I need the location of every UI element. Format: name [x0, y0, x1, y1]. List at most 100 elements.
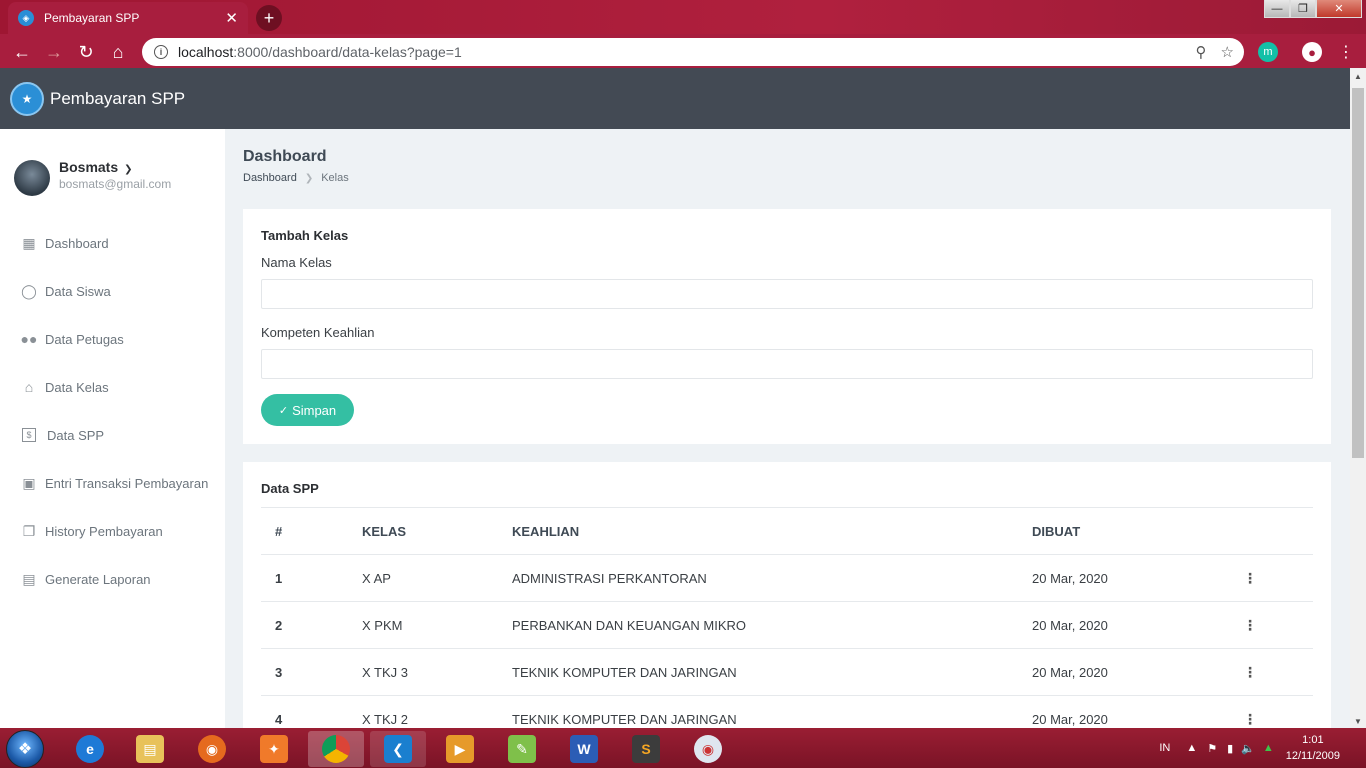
taskbar-chrome-icon[interactable] — [308, 731, 364, 767]
close-tab-icon[interactable]: ✕ — [225, 9, 238, 27]
user-profile[interactable]: Bosmats ❯ bosmats@gmail.com — [14, 159, 171, 196]
taskbar-sublime-icon[interactable]: S — [618, 731, 674, 767]
row-number: 2 — [261, 601, 348, 649]
app: ★ Pembayaran SPP Bosmats ❯ bosmats@gmail.… — [0, 68, 1350, 728]
browser-chrome: ◈ Pembayaran SPP ✕ + — ❐ ✕ ← → ↻ ⌂ i loc… — [0, 0, 1366, 68]
sidebar-item-data-petugas[interactable]: ●● Data Petugas — [0, 315, 225, 363]
row-kelas: X TKJ 3 — [348, 648, 498, 696]
person-icon: ◯ — [21, 282, 37, 299]
window-close-button[interactable]: ✕ — [1316, 0, 1362, 18]
zoom-icon[interactable]: ⚲ — [1196, 43, 1207, 61]
extension-icon[interactable]: m — [1258, 42, 1278, 62]
user-email: bosmats@gmail.com — [59, 177, 172, 191]
column-header-number: # — [261, 507, 348, 555]
clock[interactable]: 1:01 12/11/2009 — [1286, 732, 1340, 764]
row-keahlian: PERBANKAN DAN KEUANGAN MIKRO — [498, 601, 1018, 649]
breadcrumb-dashboard[interactable]: Dashboard — [243, 172, 297, 184]
taskbar-explorer-icon[interactable]: ▤ — [122, 731, 178, 767]
taskbar-notepad-icon[interactable]: ✎ — [494, 731, 550, 767]
sidebar-item-label: Data SPP — [47, 427, 105, 443]
taskbar-ie-icon[interactable]: e — [62, 731, 118, 767]
home-icon: ⌂ — [24, 379, 34, 395]
nama-kelas-label: Nama Kelas — [261, 255, 332, 270]
main-content: Dashboard Dashboard ❯ Kelas Tambah Kelas… — [225, 129, 1350, 728]
table-row: 1 X AP ADMINISTRASI PERKANTORAN 20 Mar, … — [261, 554, 1313, 602]
chevron-down-icon[interactable]: ❯ — [124, 164, 132, 175]
sidebar-item-entri-transaksi[interactable]: ▣ Entri Transaksi Pembayaran — [0, 459, 225, 507]
sidebar-item-dashboard[interactable]: ▦ Dashboard — [0, 219, 225, 267]
sidebar-item-label: Data Petugas — [45, 331, 124, 347]
bookmark-star-icon[interactable]: ☆ — [1221, 43, 1234, 61]
reload-button[interactable]: ↻ — [74, 40, 98, 64]
taskbar-paint-icon[interactable]: ◉ — [680, 731, 736, 767]
simpan-button[interactable]: ✓ Simpan — [261, 394, 354, 426]
sidebar-item-history-pembayaran[interactable]: ❐ History Pembayaran — [0, 507, 225, 555]
page-scrollbar[interactable]: ▲ ▼ — [1350, 68, 1366, 728]
forward-button[interactable]: → — [42, 40, 66, 64]
menu-kebab-icon[interactable]: ⋮ — [1336, 42, 1356, 62]
taskbar-xampp-icon[interactable]: ✦ — [246, 731, 302, 767]
sidebar-item-data-spp[interactable]: $ Data SPP — [0, 411, 225, 459]
document-icon: ▤ — [22, 570, 36, 587]
profile-icon[interactable]: ● — [1302, 42, 1322, 62]
volume-icon[interactable]: 🔈 — [1241, 742, 1255, 755]
taskbar-word-icon[interactable]: W — [556, 731, 612, 767]
column-header-kelas: KELAS — [348, 507, 498, 555]
row-kelas: X PKM — [348, 601, 498, 649]
scroll-up-icon[interactable]: ▲ — [1354, 72, 1362, 81]
row-kelas: X AP — [348, 554, 498, 602]
app-header: ★ Pembayaran SPP — [0, 68, 1350, 129]
app-tray-icon[interactable]: ▲ — [1263, 742, 1274, 754]
row-actions-icon[interactable]: ⋮ — [1233, 554, 1313, 602]
row-dibuat: 20 Mar, 2020 — [1018, 695, 1233, 728]
maximize-button[interactable]: ❐ — [1290, 0, 1316, 18]
avatar — [14, 160, 50, 196]
money-icon: $ — [22, 428, 36, 442]
class-table: # KELAS KEAHLIAN DIBUAT 1 X AP ADMINISTR… — [261, 507, 1313, 728]
action-center-flag-icon[interactable]: ⚑ — [1207, 742, 1217, 755]
new-tab-button[interactable]: + — [256, 5, 282, 31]
row-actions-icon[interactable]: ⋮ — [1233, 695, 1313, 728]
taskbar-firefox-icon[interactable]: ◉ — [184, 731, 240, 767]
window-controls: — ❐ ✕ — [1264, 0, 1362, 18]
user-name-row[interactable]: Bosmats ❯ — [59, 159, 171, 175]
clock-date: 12/11/2009 — [1285, 750, 1340, 762]
clock-time: 1:01 — [1302, 734, 1324, 746]
scroll-down-icon[interactable]: ▼ — [1354, 717, 1362, 726]
favicon-icon: ◈ — [18, 10, 34, 26]
sidebar-item-generate-laporan[interactable]: ▤ Generate Laporan — [0, 555, 225, 603]
sidebar-item-data-siswa[interactable]: ◯ Data Siswa — [0, 267, 225, 315]
column-header-actions — [1233, 507, 1313, 555]
kompeten-keahlian-input[interactable] — [261, 349, 1313, 379]
brand-title[interactable]: Pembayaran SPP — [50, 89, 185, 109]
row-actions-icon[interactable]: ⋮ — [1233, 648, 1313, 696]
sidebar-item-label: Dashboard — [45, 235, 109, 251]
scrollbar-thumb[interactable] — [1352, 88, 1364, 458]
taskbar-media-player-icon[interactable]: ▶ — [432, 731, 488, 767]
sidebar-item-data-kelas[interactable]: ⌂ Data Kelas — [0, 363, 225, 411]
network-signal-icon[interactable]: ▮ — [1227, 742, 1233, 755]
back-button[interactable]: ← — [10, 40, 34, 64]
os-taskbar: ❖ e ▤ ◉ ✦ ❮ ▶ ✎ W S ◉ IN ▲ ⚑ ▮ 🔈 ▲ 1:01 … — [0, 728, 1366, 768]
nama-kelas-input[interactable] — [261, 279, 1313, 309]
info-icon[interactable]: i — [154, 45, 168, 59]
show-hidden-icons-icon[interactable]: ▲ — [1186, 742, 1197, 754]
row-dibuat: 20 Mar, 2020 — [1018, 601, 1233, 649]
breadcrumb-current: Kelas — [321, 172, 349, 184]
sidebar-menu: ▦ Dashboard ◯ Data Siswa ●● Data Petugas… — [0, 219, 225, 603]
sidebar-item-label: Data Siswa — [45, 283, 111, 299]
sidebar-item-label: Generate Laporan — [45, 571, 151, 587]
home-button[interactable]: ⌂ — [106, 40, 130, 64]
minimize-button[interactable]: — — [1264, 0, 1290, 18]
row-keahlian: TEKNIK KOMPUTER DAN JARINGAN — [498, 648, 1018, 696]
kompeten-keahlian-label: Kompeten Keahlian — [261, 325, 375, 340]
address-bar[interactable]: i localhost :8000/dashboard/data-kelas?p… — [142, 38, 1244, 66]
taskbar-vscode-icon[interactable]: ❮ — [370, 731, 426, 767]
row-actions-icon[interactable]: ⋮ — [1233, 601, 1313, 649]
browser-tab[interactable]: ◈ Pembayaran SPP ✕ — [8, 2, 248, 34]
table-row: 3 X TKJ 3 TEKNIK KOMPUTER DAN JARINGAN 2… — [261, 648, 1313, 696]
data-table-card: Data SPP # KELAS KEAHLIAN DIBUAT 1 X AP — [243, 462, 1331, 728]
language-indicator[interactable]: IN — [1159, 742, 1170, 754]
people-icon: ●● — [20, 331, 38, 347]
start-button[interactable]: ❖ — [6, 730, 44, 768]
